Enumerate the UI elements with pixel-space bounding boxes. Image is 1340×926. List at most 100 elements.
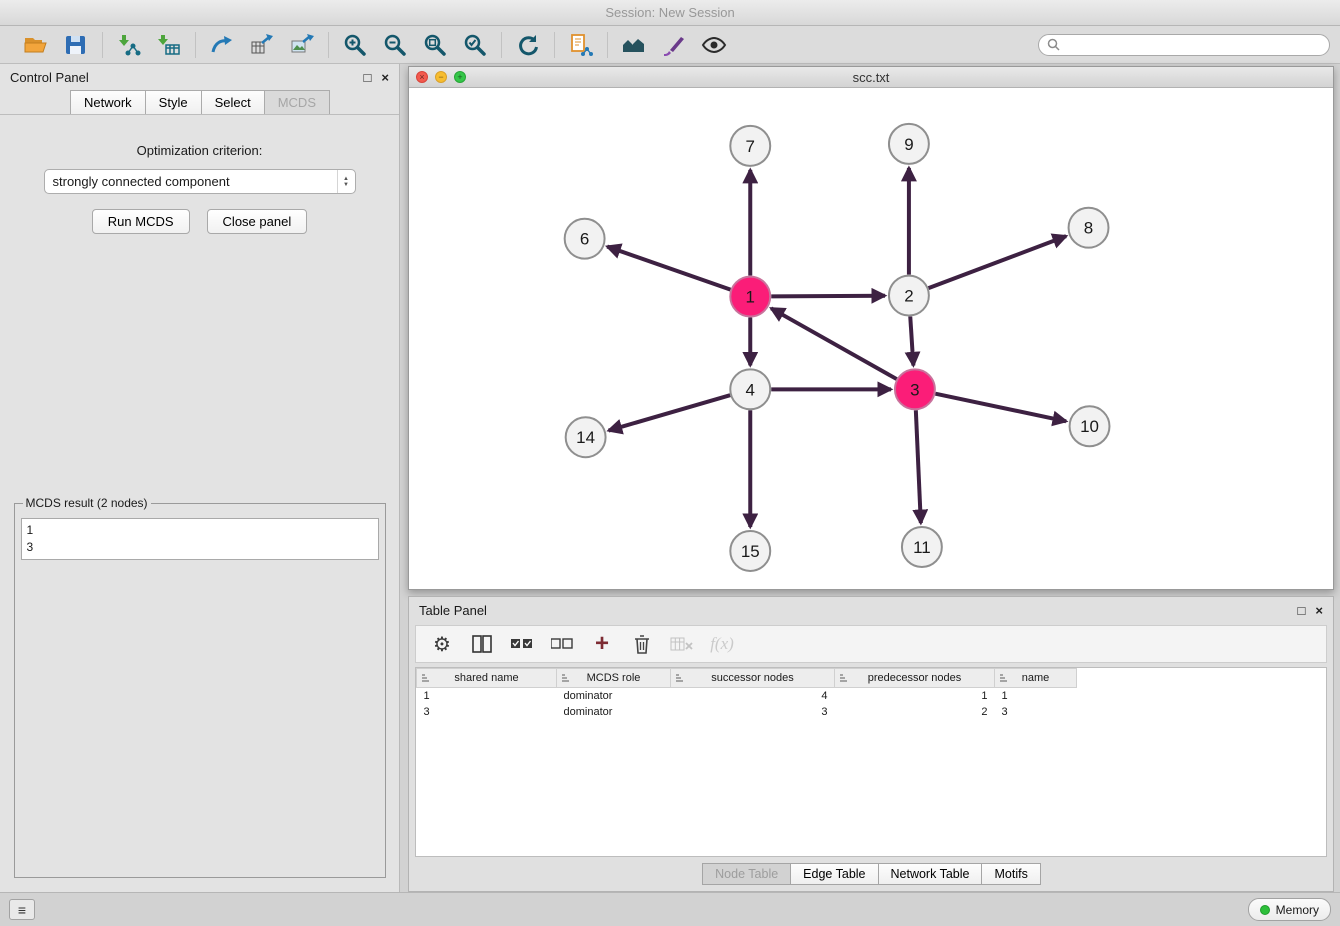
zoom-selected-button[interactable] xyxy=(460,31,490,59)
minimize-window-icon[interactable]: − xyxy=(435,71,447,83)
delete-table-icon xyxy=(670,636,694,652)
tab-style[interactable]: Style xyxy=(145,90,202,115)
tab-network[interactable]: Network xyxy=(70,90,146,115)
network-graph: 7968124314101511 xyxy=(409,88,1333,589)
clear-selection-button[interactable] xyxy=(550,630,574,658)
import-network-button[interactable] xyxy=(114,31,144,59)
delete-column-button[interactable] xyxy=(630,630,654,658)
search-input[interactable] xyxy=(1065,38,1321,52)
export-image-button[interactable] xyxy=(287,31,317,59)
column-header-name[interactable]: name xyxy=(995,669,1077,688)
export-network-button[interactable] xyxy=(207,31,237,59)
open-session-button[interactable] xyxy=(21,31,51,59)
cell-shared-name[interactable]: 3 xyxy=(417,704,557,720)
cell-successor-nodes[interactable]: 4 xyxy=(671,688,835,704)
table-body: 1dominator4113dominator323 xyxy=(417,688,1327,720)
show-hide-button[interactable] xyxy=(699,31,729,59)
run-mcds-button[interactable]: Run MCDS xyxy=(92,209,190,234)
float-panel-icon[interactable]: □ xyxy=(364,71,372,84)
table-row[interactable]: 1dominator411 xyxy=(417,688,1327,704)
import-network-icon xyxy=(116,33,142,57)
gear-icon: ⚙ xyxy=(433,632,451,657)
tab-node-table[interactable]: Node Table xyxy=(702,863,791,885)
zoom-in-button[interactable] xyxy=(340,31,370,59)
graph-node-label: 15 xyxy=(741,542,760,561)
cell-predecessor-nodes[interactable]: 1 xyxy=(835,688,995,704)
column-header-successor-nodes[interactable]: successor nodes xyxy=(671,669,835,688)
search-icon xyxy=(1047,38,1060,51)
graph-edge-3-10[interactable] xyxy=(935,394,1066,422)
cell-filler xyxy=(1077,704,1327,720)
import-table-button[interactable] xyxy=(154,31,184,59)
zoom-out-button[interactable] xyxy=(380,31,410,59)
graph-edge-3-11[interactable] xyxy=(916,410,921,523)
style-brush-button[interactable] xyxy=(659,31,689,59)
cell-mcds-role[interactable]: dominator xyxy=(557,688,671,704)
cell-successor-nodes[interactable]: 3 xyxy=(671,704,835,720)
graph-edge-3-1[interactable] xyxy=(771,308,897,379)
tab-mcds[interactable]: MCDS xyxy=(264,90,330,115)
column-header-predecessor-nodes[interactable]: predecessor nodes xyxy=(835,669,995,688)
zoom-window-icon[interactable]: + xyxy=(454,71,466,83)
close-panel-button[interactable]: Close panel xyxy=(207,209,308,234)
cell-name[interactable]: 3 xyxy=(995,704,1077,720)
cell-shared-name[interactable]: 1 xyxy=(417,688,557,704)
select-all-rows-button[interactable] xyxy=(510,630,534,658)
cell-predecessor-nodes[interactable]: 2 xyxy=(835,704,995,720)
optimization-dropdown[interactable]: strongly connected component ▲▼ xyxy=(44,169,356,194)
export-table-button[interactable] xyxy=(247,31,277,59)
task-history-button[interactable]: ≡ xyxy=(9,899,35,920)
close-table-panel-icon[interactable]: × xyxy=(1315,604,1323,617)
graph-edge-1-6[interactable] xyxy=(607,247,730,290)
status-bar: ≡ Memory xyxy=(0,892,1340,926)
select-all-icon xyxy=(511,637,533,651)
clone-network-button[interactable] xyxy=(566,31,596,59)
node-table: shared nameMCDS rolesuccessor nodesprede… xyxy=(415,667,1327,857)
table-settings-button[interactable]: ⚙ xyxy=(430,630,454,658)
dropdown-value: strongly connected component xyxy=(53,174,230,189)
graph-node-label: 2 xyxy=(904,287,913,306)
plus-icon: + xyxy=(595,633,609,655)
network-overview-button[interactable] xyxy=(619,31,649,59)
refresh-button[interactable] xyxy=(513,31,543,59)
search-field[interactable] xyxy=(1038,34,1330,56)
export-table-icon xyxy=(249,33,275,57)
show-columns-button[interactable] xyxy=(470,630,494,658)
delete-table-button[interactable] xyxy=(670,630,694,658)
menu-icon: ≡ xyxy=(18,902,26,918)
cell-filler xyxy=(1077,688,1327,704)
mcds-result-text[interactable]: 1 3 xyxy=(21,518,379,560)
cell-mcds-role[interactable]: dominator xyxy=(557,704,671,720)
graph-node-label: 3 xyxy=(910,380,919,399)
float-table-panel-icon[interactable]: □ xyxy=(1298,604,1306,617)
graph-node-label: 1 xyxy=(746,288,755,307)
table-panel: Table Panel □ × ⚙ + xyxy=(408,596,1334,892)
table-header-row: shared nameMCDS rolesuccessor nodesprede… xyxy=(417,669,1327,688)
save-session-button[interactable] xyxy=(61,31,91,59)
graph-edge-1-2[interactable] xyxy=(771,296,885,297)
table-row[interactable]: 3dominator323 xyxy=(417,704,1327,720)
graph-edge-2-3[interactable] xyxy=(910,317,913,366)
column-header-shared-name[interactable]: shared name xyxy=(417,669,557,688)
tab-edge-table[interactable]: Edge Table xyxy=(790,863,878,885)
add-column-button[interactable]: + xyxy=(590,630,614,658)
tab-select[interactable]: Select xyxy=(201,90,265,115)
close-window-icon[interactable]: × xyxy=(416,71,428,83)
control-panel: Control Panel □ × NetworkStyleSelectMCDS… xyxy=(0,64,400,892)
graph-edge-2-8[interactable] xyxy=(929,236,1067,288)
memory-button[interactable]: Memory xyxy=(1248,898,1331,921)
close-panel-icon[interactable]: × xyxy=(381,71,389,84)
cell-name[interactable]: 1 xyxy=(995,688,1077,704)
column-header-mcds-role[interactable]: MCDS role xyxy=(557,669,671,688)
graph-node-label: 9 xyxy=(904,135,913,154)
tab-network-table[interactable]: Network Table xyxy=(878,863,983,885)
graph-edge-4-14[interactable] xyxy=(609,395,731,430)
tab-motifs[interactable]: Motifs xyxy=(981,863,1040,885)
zoom-out-icon xyxy=(383,33,407,57)
main-toolbar xyxy=(0,26,1340,64)
brush-icon xyxy=(661,33,687,57)
clone-network-icon xyxy=(568,33,594,57)
graph-canvas[interactable]: 7968124314101511 xyxy=(409,88,1333,589)
zoom-fit-button[interactable] xyxy=(420,31,450,59)
function-builder-button[interactable]: f(x) xyxy=(710,630,734,658)
